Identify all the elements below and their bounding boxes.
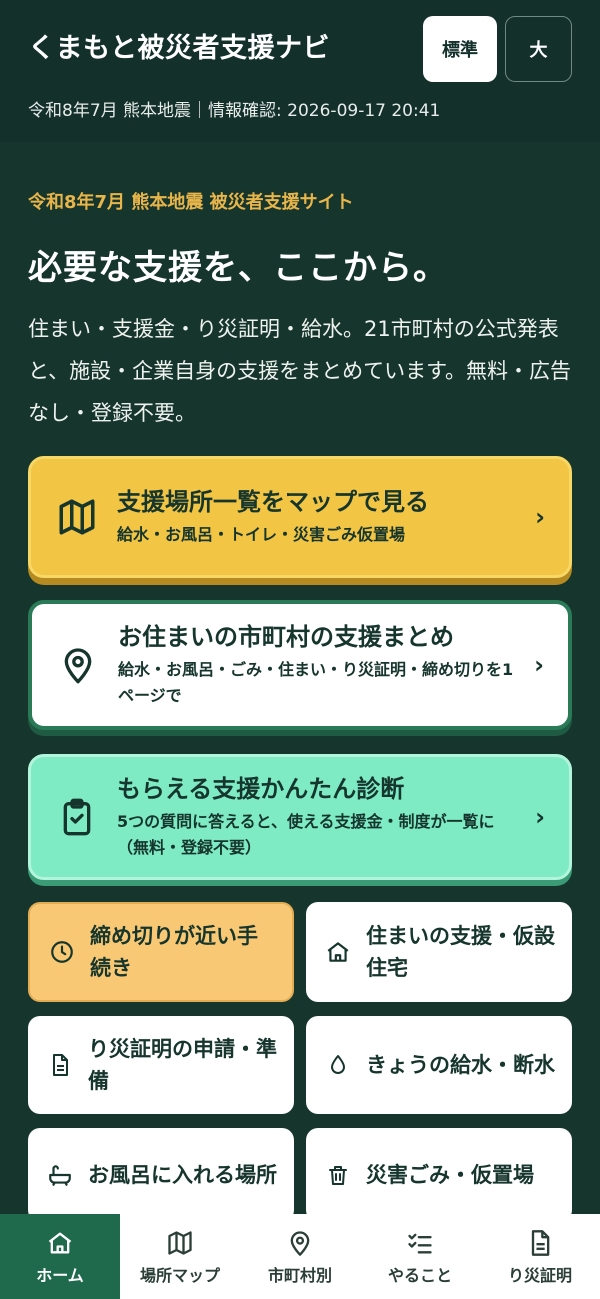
font-size-standard-button[interactable]: 標準 [423, 16, 497, 82]
update-info: 令和8年7月 熊本地震｜情報確認: 2026-09-17 20:41 [28, 101, 441, 121]
tab-municipality[interactable]: 市町村別 [240, 1214, 360, 1299]
home-icon [324, 939, 352, 965]
tab-todo-label: やること [387, 1265, 452, 1285]
chevron-right-icon: › [534, 651, 544, 679]
checklist-icon [405, 1228, 435, 1258]
document-icon [46, 1052, 74, 1078]
font-size-large-button[interactable]: 大 [505, 16, 572, 82]
tab-home-label: ホーム [36, 1265, 84, 1285]
tab-certificate[interactable]: り災証明 [480, 1214, 600, 1299]
support-diagnosis-card[interactable]: もらえる支援かんたん診断 5つの質問に答えると、使える支援金・制度が一覧に（無料… [28, 754, 572, 880]
garbage-tile-label: 災害ごみ・仮置場 [366, 1163, 534, 1187]
tab-map-label: 場所マップ [139, 1265, 220, 1285]
bath-tile[interactable]: お風呂に入れる場所 [28, 1128, 294, 1222]
tab-todo[interactable]: やること [360, 1214, 480, 1299]
chevron-right-icon: › [535, 503, 545, 531]
area-summary-card[interactable]: お住まいの市町村の支援まとめ 給水・お風呂・ごみ・住まい・り災証明・締め切りを1… [28, 600, 572, 730]
housing-tile[interactable]: 住まいの支援・仮設住宅 [306, 902, 572, 1002]
app-title: くまもと被災者支援ナビ [28, 33, 330, 64]
map-card-subtitle: 給水・お風呂・トイレ・災害ごみ仮置場 [117, 525, 406, 544]
tab-certificate-label: り災証明 [507, 1265, 572, 1285]
deadline-tile[interactable]: 締め切りが近い手続き [28, 902, 294, 1002]
chevron-right-icon: › [535, 803, 545, 831]
map-icon [165, 1228, 195, 1258]
bottom-tab-bar: ホーム 場所マップ 市町村別 やること り災証明 [0, 1214, 600, 1299]
home-icon [45, 1228, 75, 1258]
site-eyebrow: 令和8年7月 熊本地震 被災者支援サイト [28, 192, 354, 213]
location-pin-icon [56, 643, 100, 687]
diagnosis-card-subtitle: 5つの質問に答えると、使える支援金・制度が一覧に（無料・登録不要） [117, 812, 495, 857]
bathtub-icon [46, 1162, 74, 1188]
tab-home[interactable]: ホーム [0, 1214, 120, 1299]
area-card-title: お住まいの市町村の支援まとめ [118, 623, 454, 651]
bath-tile-label: お風呂に入れる場所 [88, 1163, 277, 1187]
certificate-tile[interactable]: り災証明の申請・準備 [28, 1016, 294, 1114]
clipboard-check-icon [55, 795, 99, 839]
clock-icon [48, 939, 76, 965]
map-card-title: 支援場所一覧をマップで見る [117, 488, 429, 516]
water-tile[interactable]: きょうの給水・断水 [306, 1016, 572, 1114]
certificate-tile-label: り災証明の申請・準備 [88, 1037, 277, 1093]
app-header: くまもと被災者支援ナビ 標準 大 令和8年7月 熊本地震｜情報確認: 2026-… [0, 0, 600, 142]
water-drop-icon [324, 1052, 352, 1078]
tab-municipality-label: 市町村別 [267, 1265, 332, 1285]
garbage-tile[interactable]: 災害ごみ・仮置場 [306, 1128, 572, 1222]
document-icon [525, 1228, 555, 1258]
location-pin-icon [285, 1228, 315, 1258]
lead-text: 住まい・支援金・り災証明・給水。21市町村の公式発表と、施設・企業自身の支援をま… [28, 317, 572, 425]
water-tile-label: きょうの給水・断水 [366, 1053, 555, 1077]
area-card-subtitle: 給水・お風呂・ごみ・住まい・り災証明・締め切りを1ページで [118, 660, 514, 705]
trash-icon [324, 1162, 352, 1188]
diagnosis-card-title: もらえる支援かんたん診断 [117, 775, 405, 803]
deadline-tile-label: 締め切りが近い手続き [90, 924, 258, 980]
tab-map[interactable]: 場所マップ [120, 1214, 240, 1299]
map-list-card[interactable]: 支援場所一覧をマップで見る 給水・お風呂・トイレ・災害ごみ仮置場 › [28, 456, 572, 578]
page-headline: 必要な支援を、ここから。 [28, 248, 448, 288]
housing-tile-label: 住まいの支援・仮設住宅 [366, 924, 555, 980]
map-icon [55, 495, 99, 539]
